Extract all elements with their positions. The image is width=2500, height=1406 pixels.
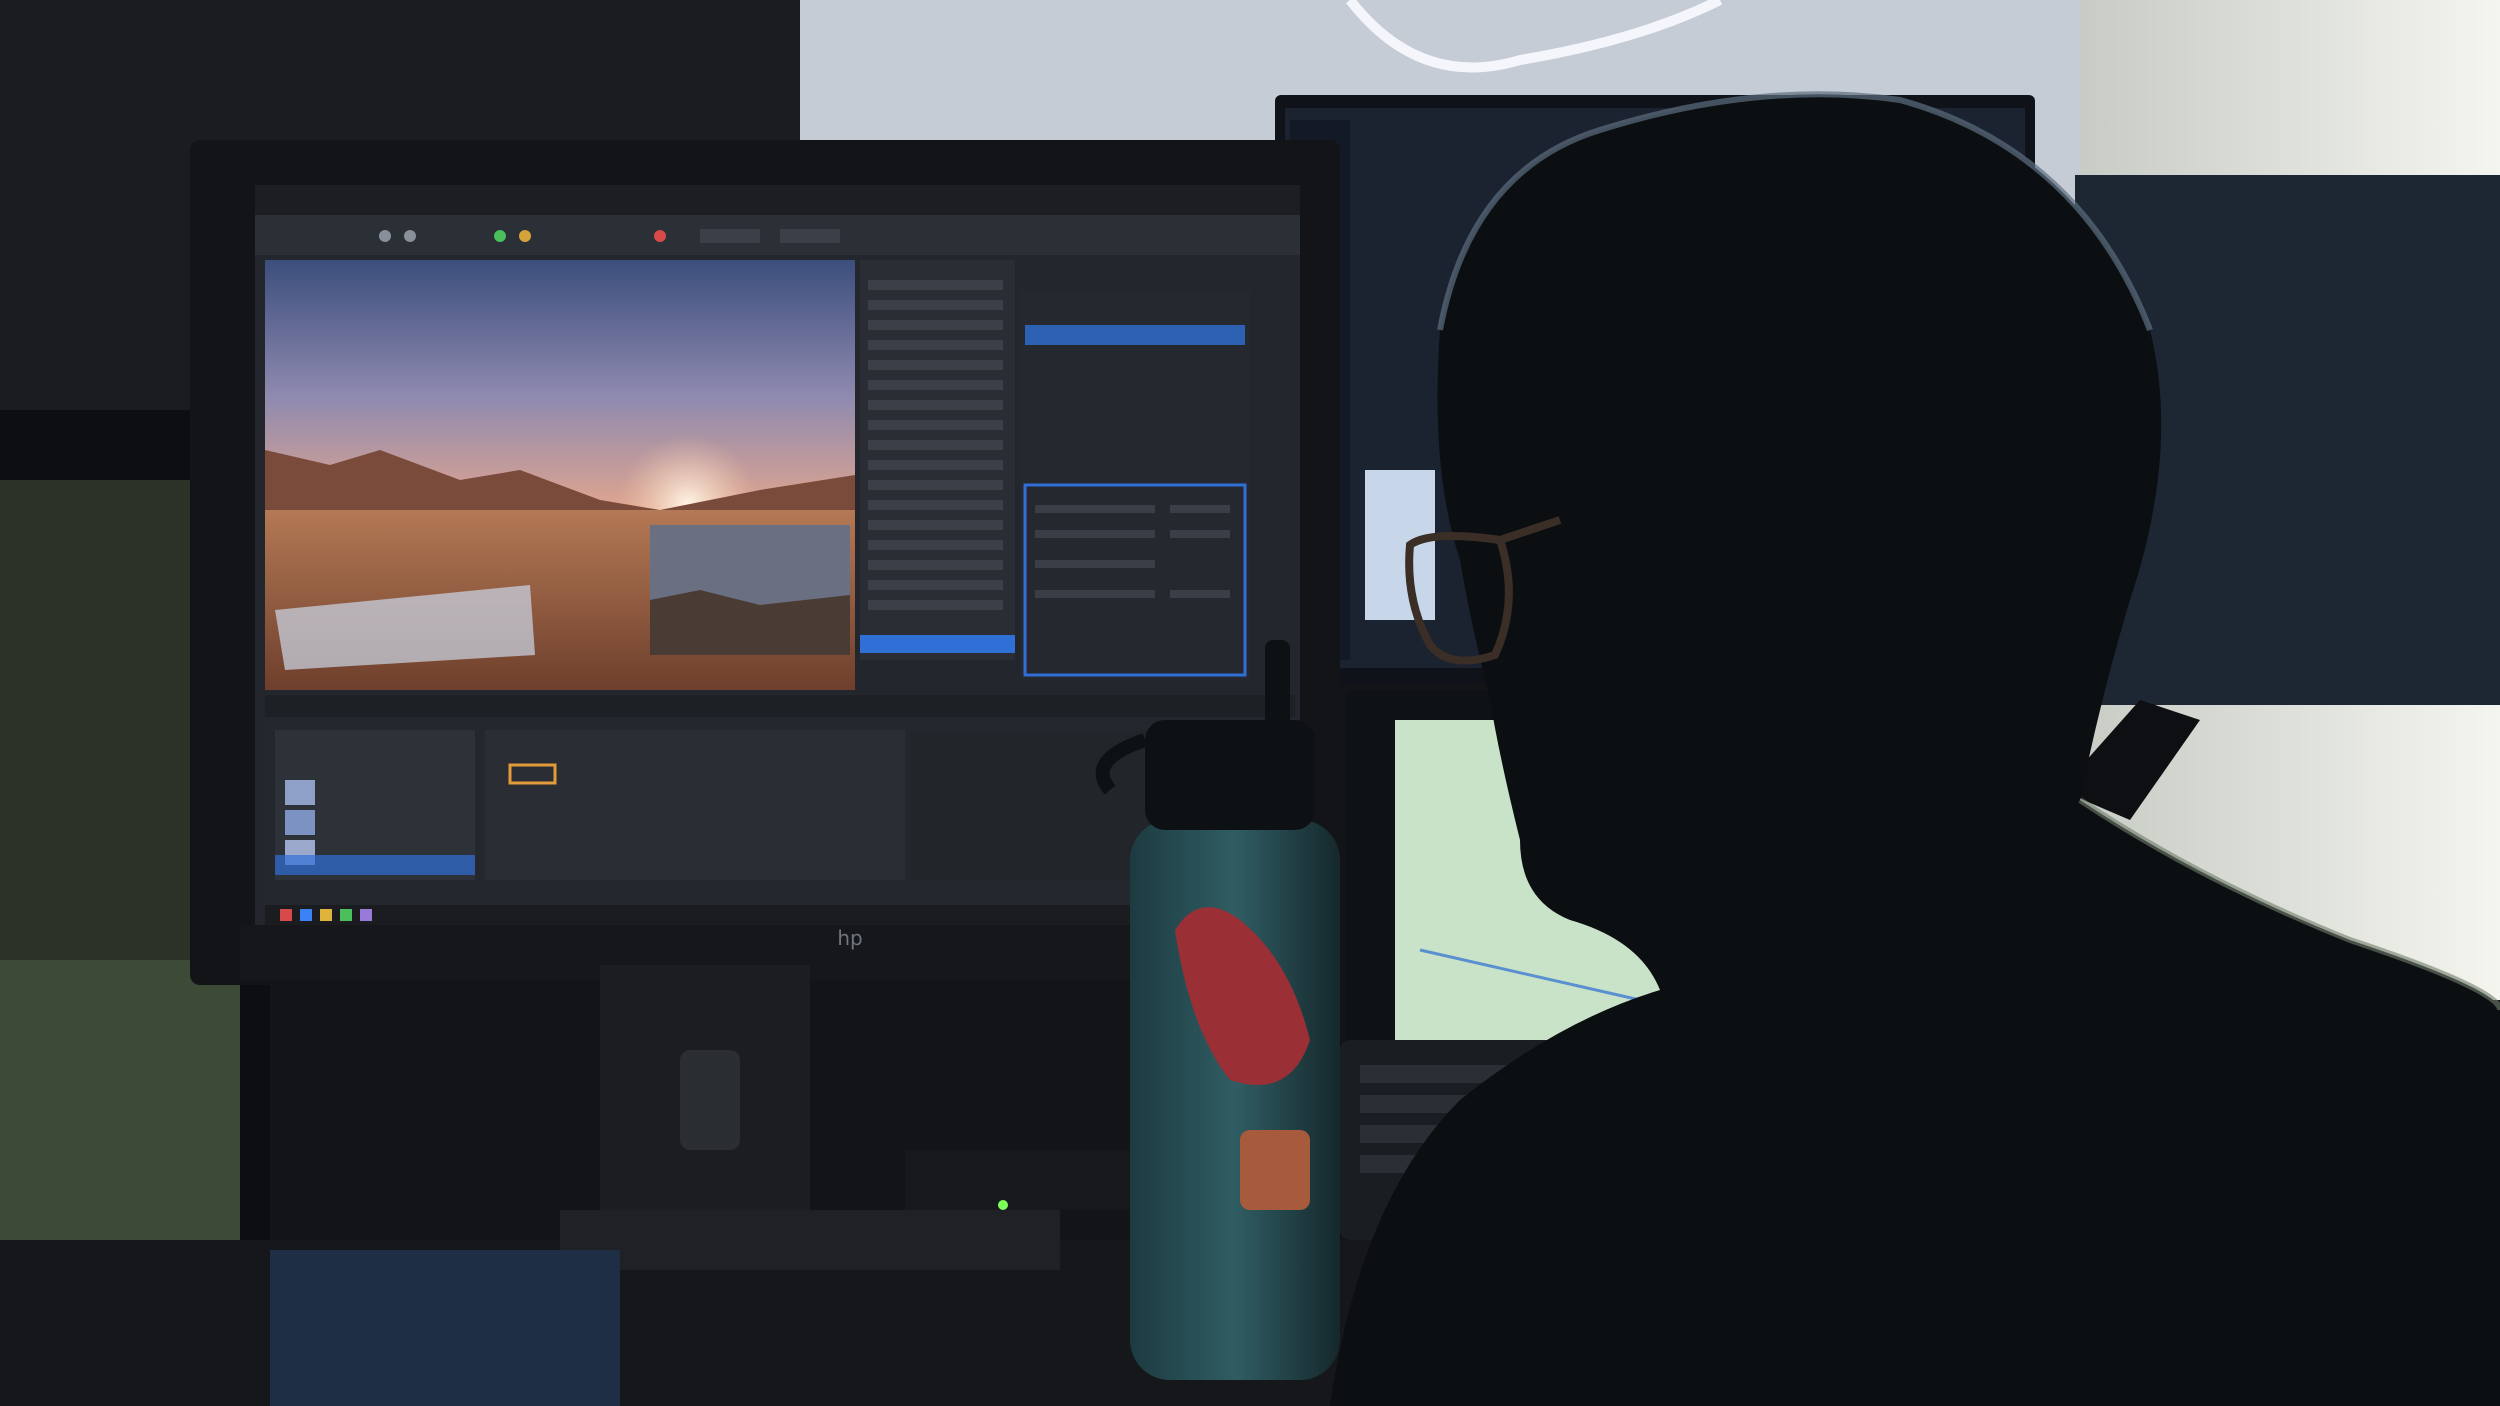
asset-thumb-1	[285, 780, 315, 805]
scene-svg: hp	[0, 0, 2500, 1406]
water-bottle-cap	[1145, 720, 1315, 830]
asset-thumb-2	[285, 810, 315, 835]
properties-area	[485, 730, 905, 880]
right-upper-monitor-highlight	[1365, 470, 1435, 620]
photo-scene: hp	[0, 0, 2500, 1406]
router-box	[905, 1150, 1145, 1210]
monitor-stand-cutout	[680, 1050, 740, 1150]
outliner-rows	[868, 280, 1003, 610]
left-edge-monitor-glow	[0, 960, 240, 1260]
mini-pc	[270, 1250, 620, 1406]
content-browser-tabs	[265, 695, 1295, 717]
router-led	[998, 1200, 1008, 1210]
hp-logo: hp	[837, 926, 862, 950]
bottle-sticker-small	[1240, 1130, 1310, 1210]
editor-menubar	[255, 185, 1300, 215]
stand-base	[560, 1210, 1060, 1270]
water-bottle-body	[1130, 820, 1340, 1380]
outliner-selected-row	[860, 635, 1015, 653]
water-bottle-straw	[1265, 640, 1290, 730]
asset-selected	[275, 855, 475, 875]
details-header	[1025, 325, 1245, 345]
